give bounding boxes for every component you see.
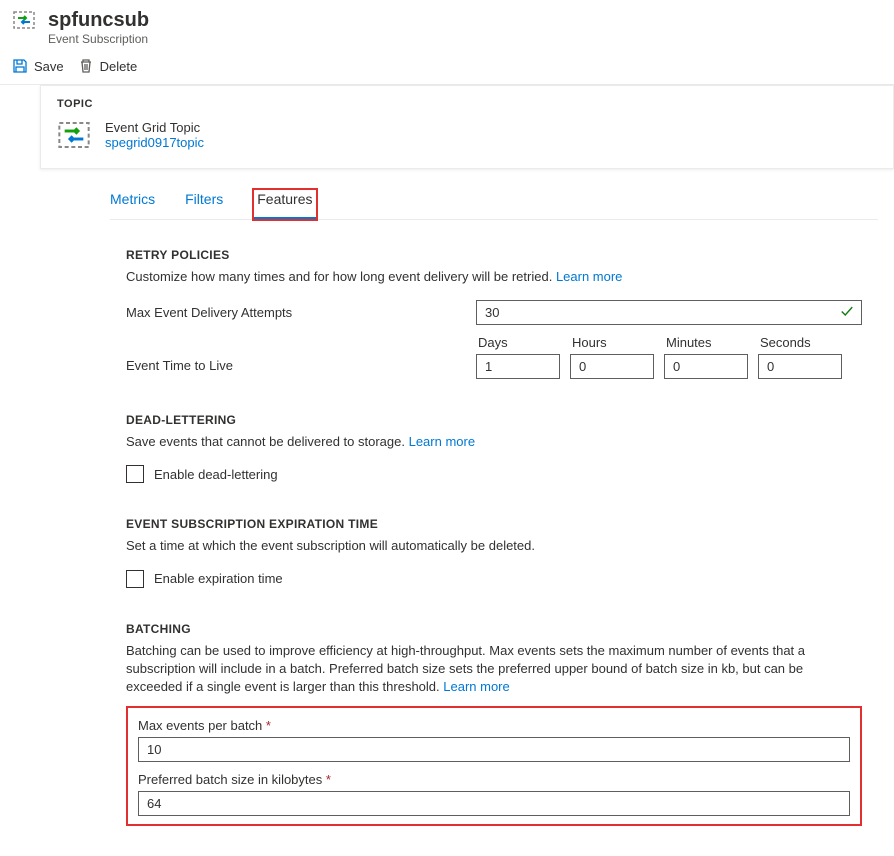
- delete-button[interactable]: Delete: [78, 58, 138, 74]
- enable-expiration-label: Enable expiration time: [154, 571, 283, 586]
- delete-label: Delete: [100, 59, 138, 74]
- topic-section-label: TOPIC: [57, 98, 877, 110]
- save-button[interactable]: Save: [12, 58, 64, 74]
- topic-icon: [57, 118, 91, 152]
- topic-type: Event Grid Topic: [105, 120, 204, 135]
- ttl-days-head: Days: [476, 335, 560, 350]
- max-events-label: Max events per batch: [138, 718, 262, 733]
- dead-learn-more-link[interactable]: Learn more: [409, 434, 475, 449]
- save-icon: [12, 58, 28, 74]
- batch-size-label: Preferred batch size in kilobytes: [138, 772, 322, 787]
- retry-learn-more-link[interactable]: Learn more: [556, 269, 622, 284]
- batching-highlight: Max events per batch * Preferred batch s…: [126, 706, 862, 826]
- retry-desc: Customize how many times and for how lon…: [126, 269, 552, 284]
- ttl-days-input[interactable]: [476, 354, 560, 379]
- required-star-icon: *: [266, 718, 271, 733]
- dead-lettering-section: DEAD-LETTERING Save events that cannot b…: [126, 413, 862, 483]
- ttl-seconds-head: Seconds: [758, 335, 842, 350]
- topic-name-link[interactable]: spegrid0917topic: [105, 135, 204, 150]
- tab-features[interactable]: Features: [253, 189, 316, 220]
- dead-desc: Save events that cannot be delivered to …: [126, 434, 405, 449]
- page-subtitle: Event Subscription: [48, 32, 149, 46]
- checkmark-icon: [840, 304, 854, 321]
- enable-expiration-checkbox[interactable]: [126, 570, 144, 588]
- ttl-hours-head: Hours: [570, 335, 654, 350]
- topic-card: TOPIC Event Grid Topic spegrid0917topic: [40, 85, 894, 169]
- command-bar: Save Delete: [0, 52, 894, 85]
- save-label: Save: [34, 59, 64, 74]
- ttl-minutes-input[interactable]: [664, 354, 748, 379]
- ttl-minutes-head: Minutes: [664, 335, 748, 350]
- max-attempts-input[interactable]: [476, 300, 862, 325]
- delete-icon: [78, 58, 94, 74]
- tab-metrics[interactable]: Metrics: [110, 189, 155, 219]
- retry-title: RETRY POLICIES: [126, 248, 862, 262]
- ttl-seconds-input[interactable]: [758, 354, 842, 379]
- tab-filters[interactable]: Filters: [185, 189, 223, 219]
- batch-title: BATCHING: [126, 622, 862, 636]
- max-events-input[interactable]: [138, 737, 850, 762]
- batching-section: BATCHING Batching can be used to improve…: [126, 622, 862, 827]
- batch-learn-more-link[interactable]: Learn more: [443, 679, 509, 694]
- exp-desc: Set a time at which the event subscripti…: [126, 537, 862, 555]
- exp-title: EVENT SUBSCRIPTION EXPIRATION TIME: [126, 517, 862, 531]
- ttl-hours-input[interactable]: [570, 354, 654, 379]
- enable-dead-lettering-checkbox[interactable]: [126, 465, 144, 483]
- retry-policies-section: RETRY POLICIES Customize how many times …: [126, 248, 862, 379]
- page-title: spfuncsub: [48, 8, 149, 32]
- tab-bar: Metrics Filters Features: [110, 189, 878, 220]
- ttl-label: Event Time to Live: [126, 358, 476, 379]
- enable-dead-lettering-label: Enable dead-lettering: [154, 467, 278, 482]
- subscription-icon: [12, 8, 36, 32]
- expiration-section: EVENT SUBSCRIPTION EXPIRATION TIME Set a…: [126, 517, 862, 587]
- batch-size-input[interactable]: [138, 791, 850, 816]
- max-attempts-label: Max Event Delivery Attempts: [126, 305, 476, 320]
- page-header: spfuncsub Event Subscription: [0, 0, 894, 52]
- required-star-icon: *: [326, 772, 331, 787]
- dead-title: DEAD-LETTERING: [126, 413, 862, 427]
